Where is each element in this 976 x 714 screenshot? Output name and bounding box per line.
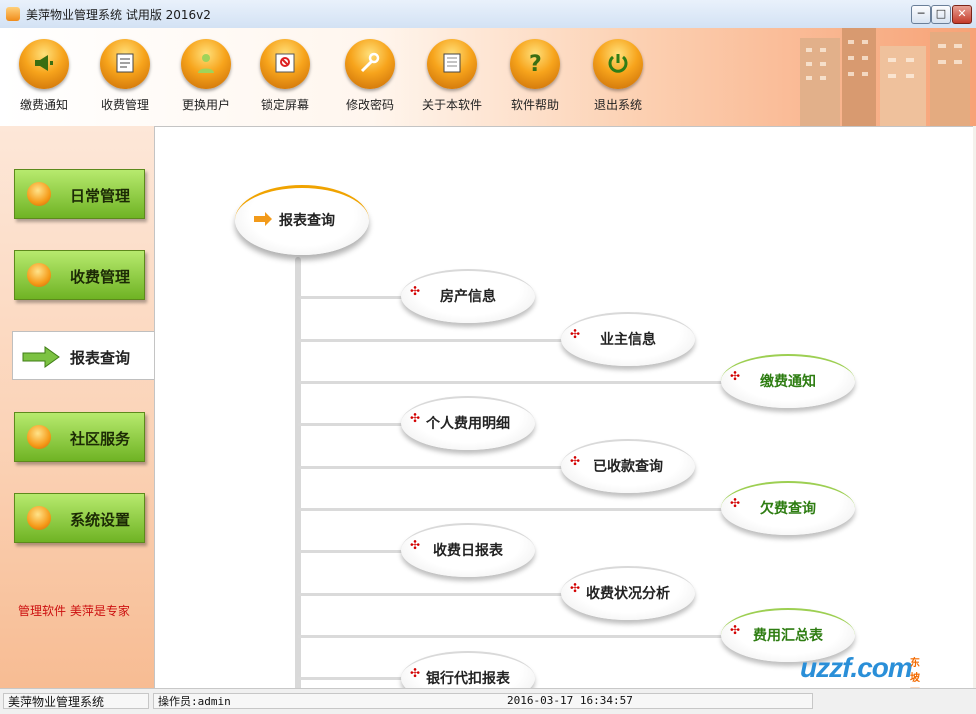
sidebar-item-label: 收费管理	[70, 268, 131, 286]
toolbar-label: 缴费通知	[19, 98, 68, 112]
report-node-arrears-query[interactable]: ✣ 欠费查询	[721, 481, 855, 535]
sidebar-item-label: 日常管理	[70, 187, 131, 205]
report-node-label: 费用汇总表	[753, 628, 823, 644]
report-node-owner-info[interactable]: ✣ 业主信息	[561, 312, 695, 366]
tree-connector	[298, 508, 722, 511]
document-icon	[100, 39, 150, 89]
sidebar-item-settings[interactable]: 系统设置	[14, 493, 145, 543]
maximize-button[interactable]: □	[931, 5, 951, 24]
toolbar-billing-button[interactable]: 收费管理	[87, 39, 163, 119]
question-icon: ?	[510, 39, 560, 89]
tree-connector	[298, 339, 562, 342]
toolbar-label: 软件帮助	[510, 98, 559, 112]
tree-connector	[298, 635, 722, 638]
tree-connector	[298, 296, 402, 299]
report-node-daily-report[interactable]: ✣ 收费日报表	[401, 523, 535, 577]
window-title: 美萍物业管理系统 试用版 2016v2	[26, 8, 211, 22]
tree-connector	[298, 423, 402, 426]
watermark-logo: uzzf.com 东坡下载	[800, 652, 920, 714]
toolbar-label: 关于本软件	[421, 98, 482, 112]
toolbar-exit-button[interactable]: 退出系统	[580, 39, 656, 119]
status-operator: 操作员:admin	[153, 693, 813, 709]
report-node-label: 房产信息	[440, 289, 496, 305]
toolbar-switch-user-button[interactable]: 更换用户	[168, 39, 244, 119]
orange-dot-icon	[27, 506, 51, 530]
tree-connector	[298, 677, 402, 680]
tree-connector	[298, 550, 402, 553]
tree-connector	[298, 593, 562, 596]
report-node-personal-fee-detail[interactable]: ✣ 个人费用明细	[401, 396, 535, 450]
report-node-billing-analysis[interactable]: ✣ 收费状况分析	[561, 566, 695, 620]
toolbar-label: 锁定屏幕	[260, 98, 309, 112]
status-datetime: 2016-03-17 16:34:57	[507, 694, 633, 707]
toolbar-label: 收费管理	[100, 98, 149, 112]
orange-dot-icon	[27, 182, 51, 206]
watermark-text: uzzf.com	[800, 652, 913, 683]
svg-text:?: ?	[529, 52, 542, 75]
report-node-label: 个人费用明细	[426, 416, 510, 432]
tree-root-label: 报表查询	[279, 213, 335, 229]
toolbar-payment-notice-button[interactable]: 缴费通知	[6, 39, 82, 119]
report-node-label: 缴费通知	[760, 374, 816, 390]
sidebar: 日常管理 收费管理 报表查询 社区服务 系统设置 管理软件 美萍是专家	[0, 126, 155, 688]
user-icon	[181, 39, 231, 89]
sidebar-item-daily[interactable]: 日常管理	[14, 169, 145, 219]
toolbar-change-password-button[interactable]: 修改密码	[332, 39, 408, 119]
report-node-label: 欠费查询	[760, 501, 816, 517]
title-bar: 美萍物业管理系统 试用版 2016v2 ─ □ ✕	[0, 0, 976, 29]
sidebar-item-label: 系统设置	[70, 511, 131, 529]
arrow-right-icon	[254, 212, 272, 226]
slogan-text: 管理软件 美萍是专家	[18, 604, 130, 618]
sidebar-item-community[interactable]: 社区服务	[14, 412, 145, 462]
toolbar-lock-screen-button[interactable]: 锁定屏幕	[247, 39, 323, 119]
report-node-received-query[interactable]: ✣ 已收款查询	[561, 439, 695, 493]
info-sheet-icon	[427, 39, 477, 89]
building-illustration	[800, 28, 970, 126]
lock-icon	[260, 39, 310, 89]
toolbar-label: 更换用户	[181, 98, 230, 112]
report-node-label: 业主信息	[600, 332, 656, 348]
toolbar-label: 退出系统	[593, 98, 642, 112]
report-node-label: 已收款查询	[593, 459, 663, 475]
toolbar-about-button[interactable]: 关于本软件	[414, 39, 490, 119]
sidebar-item-reports[interactable]: 报表查询	[12, 331, 155, 380]
orange-dot-icon	[27, 263, 51, 287]
sidebar-item-label: 社区服务	[70, 430, 131, 448]
arrow-right-icon	[22, 346, 60, 368]
status-bar: 美萍物业管理系统 操作员:admin 2016-03-17 16:34:57	[0, 688, 976, 714]
tree-connector	[298, 466, 562, 469]
minimize-button[interactable]: ─	[911, 5, 931, 24]
app-window: 美萍物业管理系统 试用版 2016v2 ─ □ ✕ 缴费通知 收费管理 更换用户	[0, 0, 976, 714]
report-node-label: 收费日报表	[433, 543, 503, 559]
sidebar-item-label: 报表查询	[70, 349, 131, 367]
tree-connector	[298, 381, 722, 384]
report-tree-panel: 报表查询 ✣ 房产信息 ✣ 业主信息 ✣ 缴费通知 ✣ 个人费用明细 ✣ 已收款…	[154, 126, 973, 689]
status-app-name: 美萍物业管理系统	[3, 693, 149, 709]
sidebar-item-billing[interactable]: 收费管理	[14, 250, 145, 300]
megaphone-icon	[19, 39, 69, 89]
close-button[interactable]: ✕	[952, 5, 972, 24]
report-node-property-info[interactable]: ✣ 房产信息	[401, 269, 535, 323]
report-node-label: 银行代扣报表	[426, 671, 510, 687]
report-node-payment-notice[interactable]: ✣ 缴费通知	[721, 354, 855, 408]
app-icon	[6, 7, 20, 21]
tree-trunk	[295, 257, 301, 689]
orange-dot-icon	[27, 425, 51, 449]
report-node-label: 收费状况分析	[586, 586, 670, 602]
power-icon	[593, 39, 643, 89]
report-node-bank-deduct[interactable]: ✣ 银行代扣报表	[401, 651, 535, 689]
toolbar-label: 修改密码	[345, 98, 394, 112]
toolbar-help-button[interactable]: ? 软件帮助	[497, 39, 573, 119]
wrench-icon	[345, 39, 395, 89]
tree-root: 报表查询	[235, 185, 369, 255]
